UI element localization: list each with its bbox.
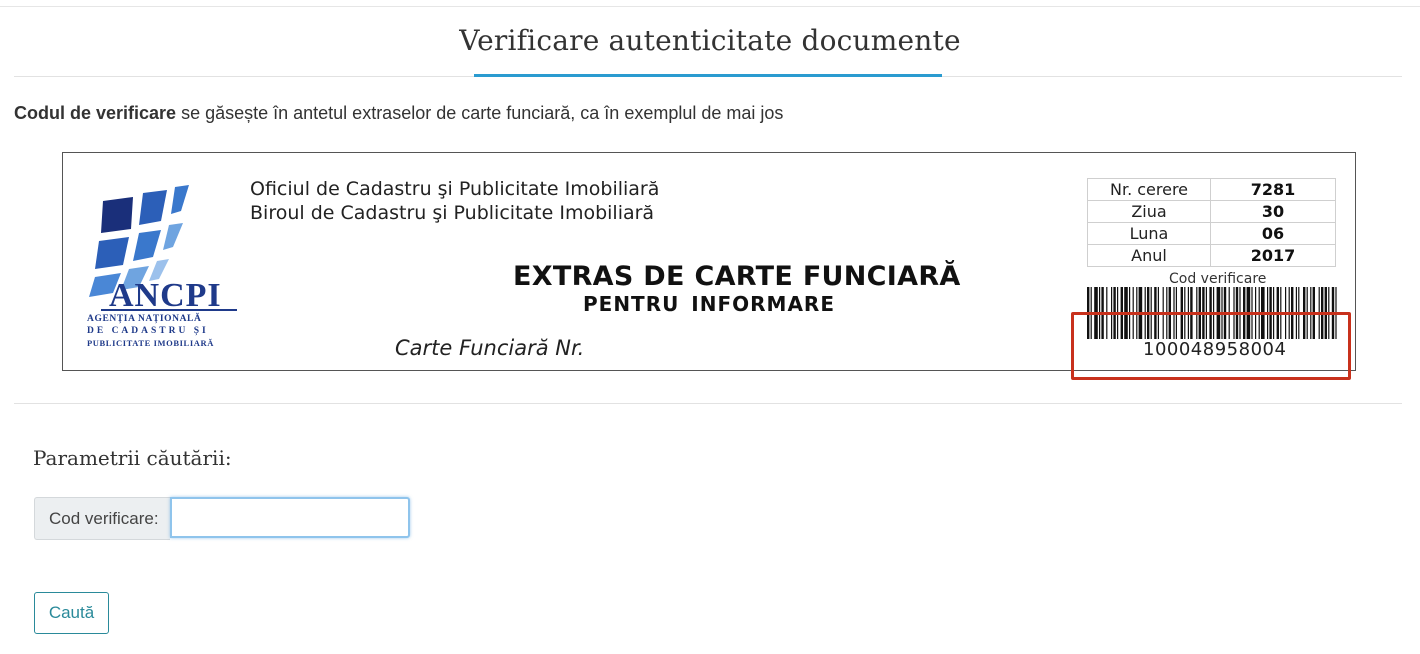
sample-document-image: ANCPI AGENȚIA NAȚIONALĂ DE CADASTRU ȘI P… (62, 152, 1356, 380)
office-line-1: Oficiul de Cadastru şi Publicitate Imobi… (250, 178, 660, 200)
table-key: Anul (1087, 244, 1211, 267)
logo-underline (101, 309, 237, 311)
table-key: Nr. cerere (1087, 178, 1211, 201)
logo-line-3: PUBLICITATE IMOBILIARĂ (87, 338, 214, 348)
table-key: Luna (1087, 222, 1211, 245)
verification-code-group: Cod verificare: (34, 497, 410, 540)
carte-funciara-label: Carte Funciară Nr. (395, 336, 585, 360)
office-line-2: Biroul de Cadastru şi Publicitate Imobil… (250, 202, 655, 224)
request-info-table: Nr. cerere 7281 Ziua 30 Luna 06 Anul 2017 (1087, 178, 1336, 267)
barcode-label: Cod verificare (1169, 271, 1267, 287)
verification-code-input[interactable] (169, 497, 410, 538)
table-row: Nr. cerere 7281 (1087, 178, 1336, 201)
table-key: Ziua (1087, 200, 1211, 223)
document-subtitle: PENTRU INFORMARE (583, 292, 835, 316)
search-params-title: Parametrii căutării: (33, 446, 232, 470)
table-row: Ziua 30 (1087, 200, 1336, 223)
table-value: 7281 (1210, 178, 1336, 201)
intro-bold: Codul de verificare (14, 103, 177, 123)
verification-code-label: Cod verificare: (34, 497, 170, 540)
document-title: EXTRAS DE CARTE FUNCIARĂ (513, 261, 961, 292)
top-divider (0, 6, 1420, 7)
intro-text: Codul de verificare se găsește în antetu… (14, 103, 783, 124)
logo-line-2: DE CADASTRU ȘI (87, 326, 209, 336)
table-value: 2017 (1210, 244, 1336, 267)
page-title: Verificare autenticitate documente (459, 24, 961, 57)
table-row: Anul 2017 (1087, 244, 1336, 267)
table-row: Luna 06 (1087, 222, 1336, 245)
intro-rest: se găsește în antetul extraselor de cart… (176, 103, 784, 123)
code-highlight-box (1071, 312, 1351, 380)
table-value: 30 (1210, 200, 1336, 223)
table-value: 06 (1210, 222, 1336, 245)
logo-line-1: AGENȚIA NAȚIONALĂ (87, 314, 202, 324)
search-button[interactable]: Caută (34, 592, 109, 634)
title-underline (474, 74, 942, 77)
section-divider (14, 403, 1402, 404)
